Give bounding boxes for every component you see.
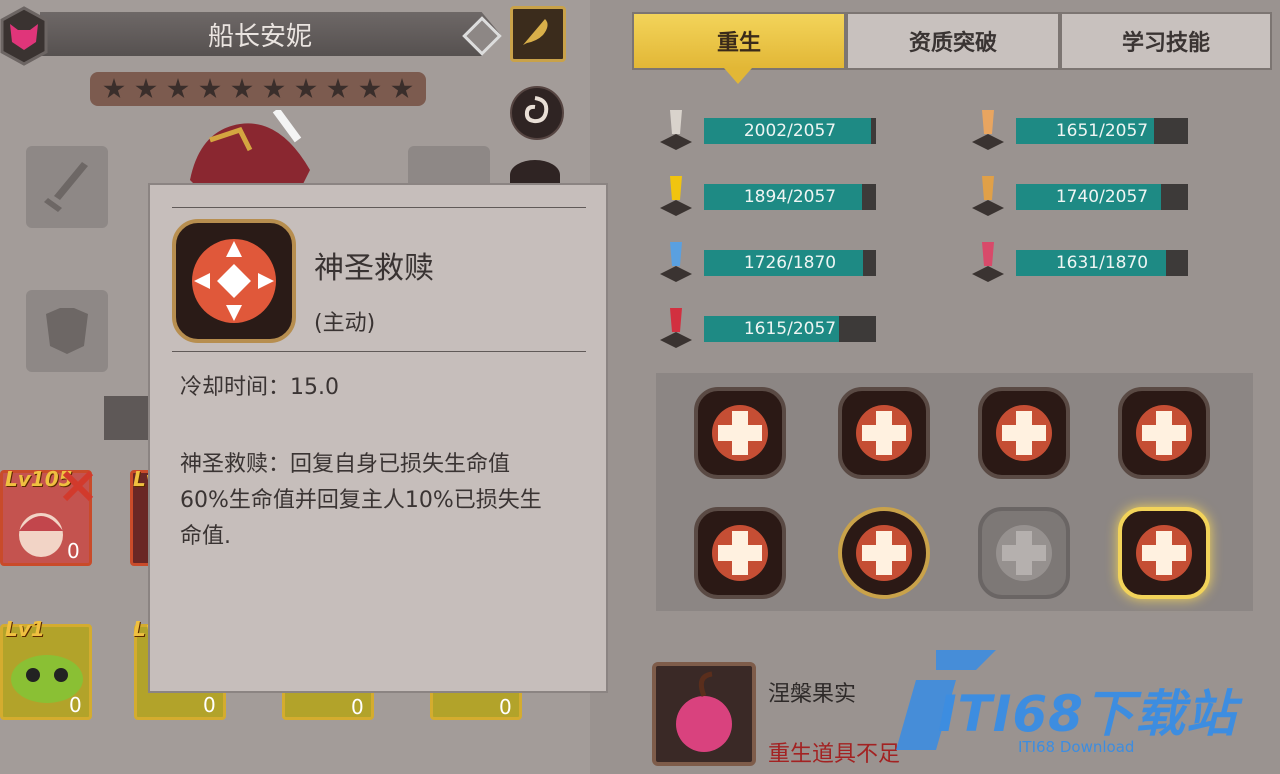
- star-icon: [359, 78, 381, 99]
- star-icon: [391, 78, 413, 99]
- skill-cross-icon[interactable]: [1118, 387, 1210, 479]
- skill-star-shield-icon[interactable]: [694, 507, 786, 599]
- stat-value: 2002/2057: [743, 121, 837, 141]
- active-tab-pointer: [724, 68, 752, 84]
- hero-face-icon: [19, 513, 63, 557]
- skill-cooldown: 冷却时间：15.0: [180, 375, 339, 400]
- skill-grid: [656, 373, 1253, 611]
- skill-claw-icon[interactable]: [978, 387, 1070, 479]
- stat-bar: 1726/1870: [704, 250, 876, 276]
- card-count: 0: [499, 695, 512, 719]
- star-icon: [231, 78, 253, 99]
- sword-icon: [660, 110, 692, 150]
- stat-value: 1615/2057: [743, 319, 837, 339]
- card-count: 0: [69, 693, 82, 717]
- stat-bar: 1631/1870: [1016, 250, 1188, 276]
- skill-blade-icon[interactable]: [838, 387, 930, 479]
- feather-icon: [523, 19, 548, 45]
- hero-pedestal: [104, 396, 150, 440]
- fox-emblem-icon: [0, 6, 48, 66]
- skill-description: 神圣救赎：回复自身已损失生命值60%生命值并回复主人10%已损失生命值.: [180, 452, 542, 549]
- hero-card[interactable]: Lv105 0: [0, 467, 94, 566]
- stat-bar: 1615/2057: [704, 316, 876, 342]
- divider: [172, 207, 586, 208]
- stat-value: 1726/1870: [743, 253, 837, 273]
- hero-portrait: [190, 110, 310, 190]
- card-level: Lv1: [5, 617, 45, 641]
- stat-bar: 1651/2057: [1016, 118, 1188, 144]
- star-icon: [135, 78, 157, 99]
- card-count: 0: [203, 693, 216, 717]
- stat-bar: 1740/2057: [1016, 184, 1188, 210]
- star-icon: [295, 78, 317, 99]
- ankh-icon: [660, 176, 692, 216]
- skill-holy-redemption-icon[interactable]: [1118, 507, 1210, 599]
- nirvana-fruit-icon: [676, 671, 732, 752]
- item-warning: 重生道具不足: [768, 742, 901, 767]
- skill-title: 神圣救赎: [314, 251, 434, 286]
- hero-name: 船长安妮: [207, 22, 312, 52]
- sword-slot-icon: [44, 162, 88, 212]
- shield-icon: [972, 110, 1004, 150]
- armor-slot[interactable]: [26, 290, 108, 372]
- card-count: 0: [351, 695, 364, 719]
- stat-bar: 1894/2057: [704, 184, 876, 210]
- armor-slot-icon: [46, 308, 88, 354]
- star-icon: [167, 78, 189, 99]
- hero-star-rating: [90, 72, 426, 106]
- stat-value: 1740/2057: [1055, 187, 1149, 207]
- star-icon: [103, 78, 125, 99]
- tab-rebirth[interactable]: 重生: [632, 12, 846, 70]
- watermark-text: ITI68下载站: [938, 685, 1237, 743]
- card-count: 0: [67, 539, 80, 563]
- hero-card[interactable]: Lv1 0: [0, 617, 92, 720]
- star-icon: [199, 78, 221, 99]
- crystal-icon: [660, 242, 692, 282]
- watermark-subtext: ITI68 Download: [1018, 738, 1135, 756]
- star-icon: [263, 78, 285, 99]
- swirl-button[interactable]: [510, 86, 564, 140]
- tab-breakthrough[interactable]: 资质突破: [846, 12, 1060, 70]
- rebirth-item-slot[interactable]: [652, 662, 756, 766]
- weapon-slot[interactable]: [26, 146, 108, 228]
- stat-bar: 2002/2057: [704, 118, 876, 144]
- compass-icon: [972, 242, 1004, 282]
- armor-icon: [972, 176, 1004, 216]
- skill-paw-heal-icon[interactable]: [838, 507, 930, 599]
- holy-redemption-skill-icon: [172, 219, 296, 343]
- skill-strike-icon[interactable]: [694, 387, 786, 479]
- feather-button[interactable]: [510, 6, 566, 62]
- stat-value: 1631/1870: [1055, 253, 1149, 273]
- skill-paw-locked-icon[interactable]: [978, 507, 1070, 599]
- divider: [172, 351, 586, 352]
- heart-icon: [660, 308, 692, 348]
- stat-value: 1894/2057: [743, 187, 837, 207]
- star-icon: [327, 78, 349, 99]
- swirl-icon: [524, 96, 549, 124]
- crossed-swords-icon: [62, 470, 94, 502]
- item-name: 涅槃果实: [768, 682, 857, 707]
- skill-tooltip: 神圣救赎 (主动) 冷却时间：15.0 神圣救赎：回复自身已损失生命值60%生命…: [148, 183, 608, 693]
- stat-value: 1651/2057: [1055, 121, 1149, 141]
- skill-type: (主动): [314, 311, 376, 336]
- tab-learn-skills[interactable]: 学习技能: [1060, 12, 1272, 70]
